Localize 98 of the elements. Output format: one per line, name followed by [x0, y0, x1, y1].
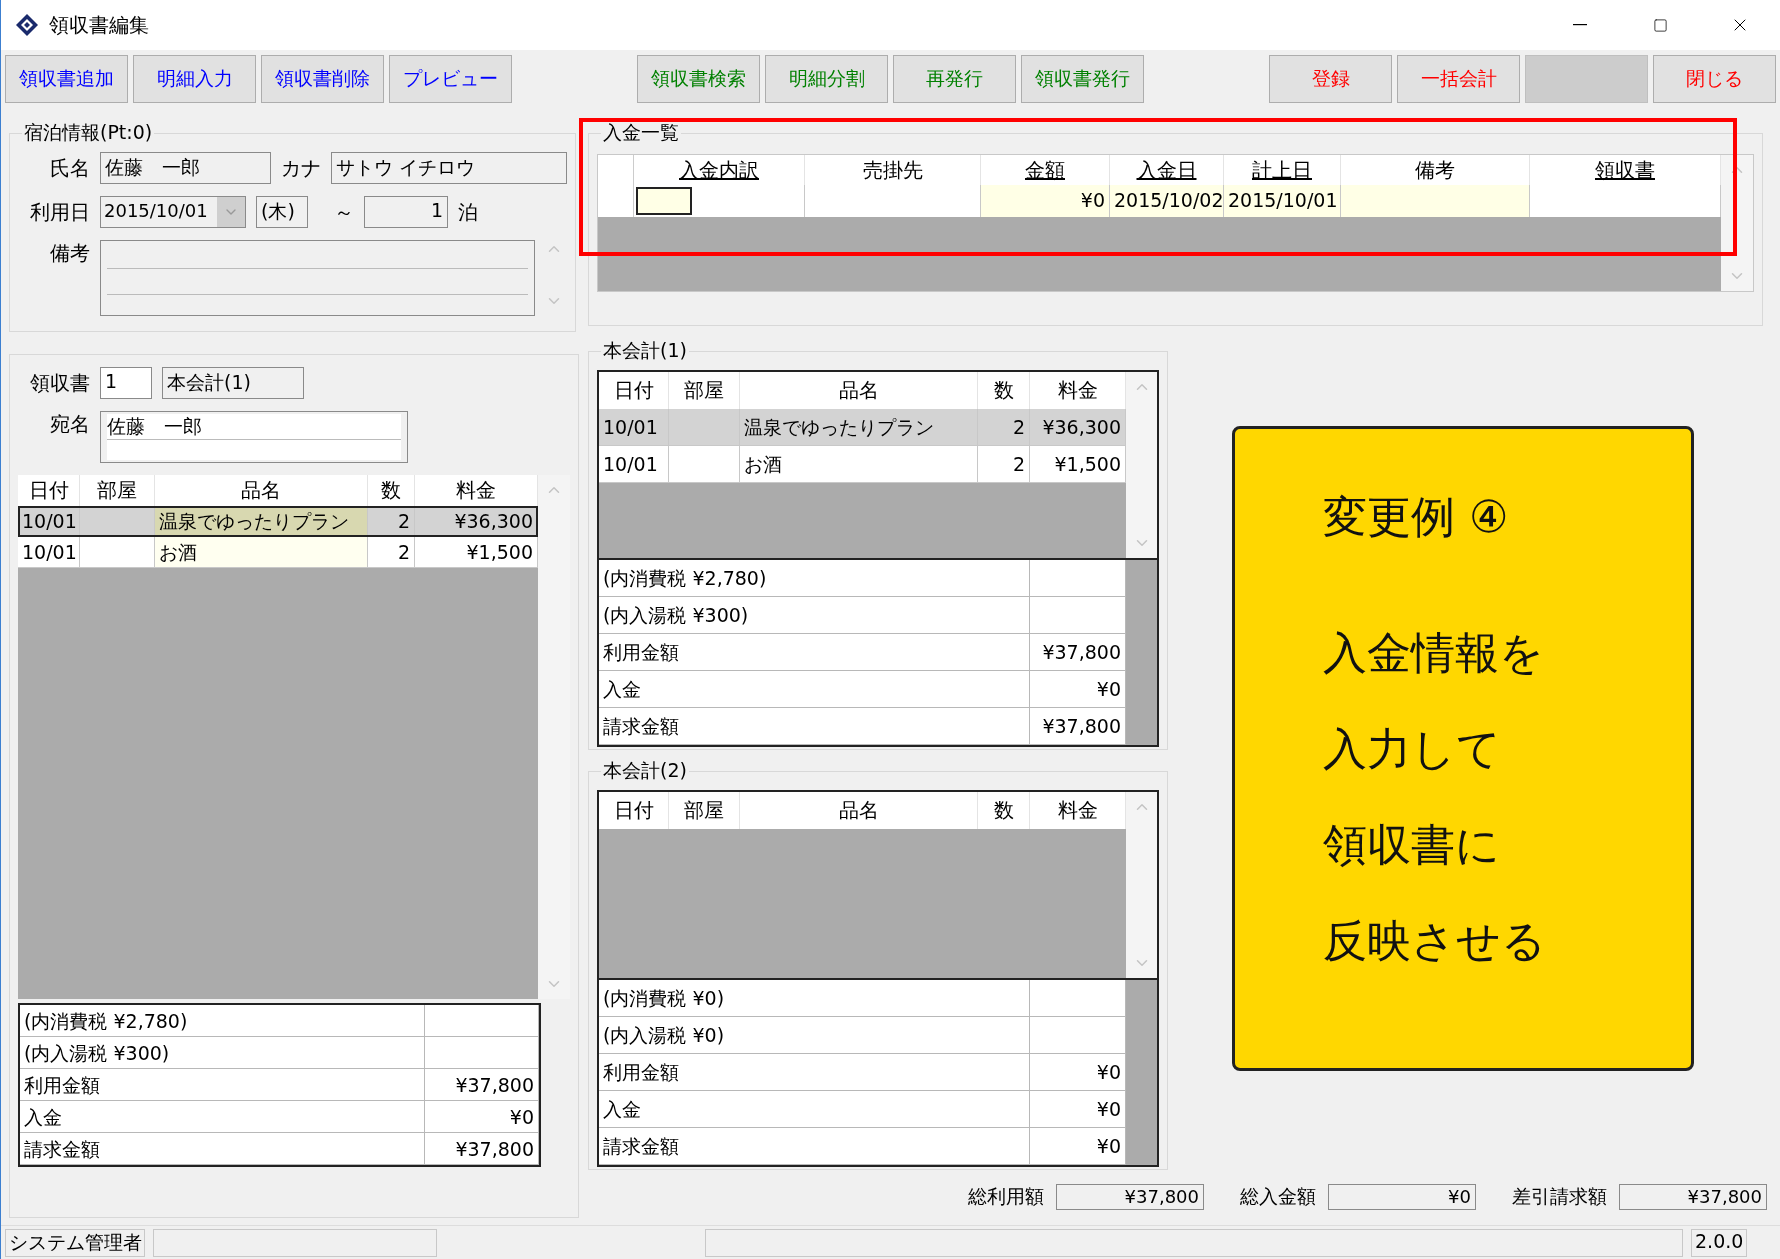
summary-value: ¥37,800	[1030, 634, 1126, 671]
status-version: 2.0.0	[1691, 1228, 1747, 1257]
toolbar-button[interactable]: 領収書発行	[1021, 55, 1144, 103]
name-field[interactable]: 佐藤 一郎	[100, 152, 271, 184]
summary-value: ¥0	[1030, 1054, 1126, 1091]
summary-value: ¥37,800	[425, 1133, 539, 1165]
table-cell: 2	[368, 506, 415, 536]
table-cell: 10/01	[18, 537, 80, 567]
table-row[interactable]: 10/01 お酒 2 ¥1,500	[18, 537, 538, 568]
status-user: システム管理者	[5, 1228, 145, 1257]
input-field[interactable]	[636, 187, 692, 215]
callout-text: 入力して	[1323, 723, 1502, 775]
date-dropdown[interactable]: 2015/10/01	[100, 196, 246, 228]
column-header: 部屋	[669, 792, 740, 829]
table-cell: 10/01	[599, 409, 669, 445]
toolbar-button[interactable]: 領収書検索	[637, 55, 760, 103]
summary-label: 利用金額	[599, 1054, 1030, 1091]
scrollbar[interactable]	[1126, 792, 1157, 978]
field-label: 領収書	[29, 369, 90, 397]
addressee-field[interactable]: 佐藤 一郎	[100, 411, 408, 463]
field-label: 備考	[49, 240, 90, 267]
receipt-number-field[interactable]: 1	[100, 367, 152, 399]
table-cell: 2	[368, 537, 415, 567]
callout-text: 入金情報を	[1323, 627, 1545, 679]
maximize-icon	[1652, 17, 1668, 33]
table-cell: お酒	[155, 537, 368, 567]
total-label: 総入金額	[1240, 1184, 1316, 1209]
table-row[interactable]: 10/01 温泉でゆったりプラン 2 ¥36,300	[18, 506, 538, 537]
table-cell: 10/01	[599, 446, 669, 482]
summary-label: (内入湯税 ¥0)	[599, 1017, 1030, 1054]
total-field: ¥37,800	[1619, 1184, 1767, 1210]
summary-value: ¥0	[1030, 1091, 1126, 1128]
summary-label: 請求金額	[599, 708, 1030, 745]
table-cell: 2015/10/01	[1224, 185, 1341, 217]
weekday-field: (木)	[256, 196, 308, 228]
field-label: 宛名	[49, 411, 90, 438]
nights-unit: 泊	[458, 198, 478, 226]
scrollbar[interactable]	[538, 475, 570, 999]
minimize-icon	[1573, 24, 1587, 26]
kana-field[interactable]: サトウ イチロウ	[331, 152, 567, 184]
column-header: 品名	[740, 792, 978, 829]
group-title: 本会計(1)	[602, 338, 688, 363]
summary-value: ¥0	[1030, 1128, 1126, 1165]
group-title: 宿泊情報(Pt:0)	[23, 120, 154, 145]
total-field: ¥0	[1328, 1184, 1476, 1210]
callout-text: 反映させる	[1323, 915, 1547, 967]
callout-text: 領収書に	[1323, 819, 1501, 871]
summary-label: 請求金額	[599, 1128, 1030, 1165]
summary-label: 入金	[599, 671, 1030, 708]
summary-label: 利用金額	[599, 634, 1030, 671]
summary-value: ¥37,800	[1030, 708, 1126, 745]
toolbar-button[interactable]: 領収書追加	[5, 55, 128, 103]
summary-value: ¥0	[425, 1101, 539, 1133]
toolbar-button[interactable]: プレビュー	[389, 55, 512, 103]
table-cell: お酒	[740, 446, 978, 482]
total-label: 総利用額	[968, 1184, 1044, 1209]
scrollbar[interactable]	[1126, 372, 1157, 558]
nights-field[interactable]: 1	[364, 196, 448, 228]
toolbar-button[interactable]: 明細入力	[133, 55, 256, 103]
column-header: 日付	[599, 792, 669, 829]
note-field[interactable]	[100, 240, 535, 316]
table-cell: ¥0	[981, 185, 1110, 217]
summary-label: (内消費税 ¥2,780)	[20, 1005, 425, 1037]
table-row[interactable]: 10/01 温泉でゆったりプラン 2 ¥36,300	[599, 409, 1126, 446]
summary-label: (内入湯税 ¥300)	[599, 597, 1030, 634]
table-cell: 10/01	[18, 506, 80, 536]
total-label: 差引請求額	[1512, 1184, 1607, 1209]
toolbar-button[interactable]: 明細分割	[765, 55, 888, 103]
callout-heading: 変更例 ④	[1323, 491, 1510, 543]
summary-value: ¥0	[1030, 671, 1126, 708]
app-logo-icon	[15, 13, 39, 37]
summary-label: 入金	[20, 1101, 425, 1133]
summary-label: 入金	[599, 1091, 1030, 1128]
field-label: カナ	[281, 154, 321, 182]
field-label: 氏名	[49, 154, 90, 182]
summary-label: (内消費税 ¥2,780)	[599, 560, 1030, 597]
summary-value: ¥37,800	[425, 1069, 539, 1101]
summary-label: (内消費税 ¥0)	[599, 980, 1030, 1017]
group-title: 本会計(2)	[602, 758, 688, 783]
account-field: 本会計(1)	[162, 367, 304, 399]
summary-label: (内入湯税 ¥300)	[20, 1037, 425, 1069]
table-row[interactable]: 10/01 お酒 2 ¥1,500	[599, 446, 1126, 483]
scrollbar[interactable]	[1721, 155, 1753, 291]
summary-label: 請求金額	[20, 1133, 425, 1165]
group-title: 入金一覧	[602, 120, 680, 145]
table-cell: 温泉でゆったりプラン	[155, 506, 368, 536]
field-label: 利用日	[29, 198, 90, 226]
toolbar-button[interactable]: 領収書削除	[261, 55, 384, 103]
summary-label: 利用金額	[20, 1069, 425, 1101]
total-field: ¥37,800	[1056, 1184, 1204, 1210]
window-title: 領収書編集	[49, 11, 149, 39]
table-cell: 2	[978, 409, 1030, 445]
toolbar-button[interactable]: 再発行	[893, 55, 1016, 103]
range-tilde: ～	[334, 198, 354, 226]
table-cell: 2	[978, 446, 1030, 482]
table-cell: 2015/10/02	[1110, 185, 1224, 217]
table-cell: 温泉でゆったりプラン	[740, 409, 978, 445]
column-header: 数	[978, 792, 1030, 829]
